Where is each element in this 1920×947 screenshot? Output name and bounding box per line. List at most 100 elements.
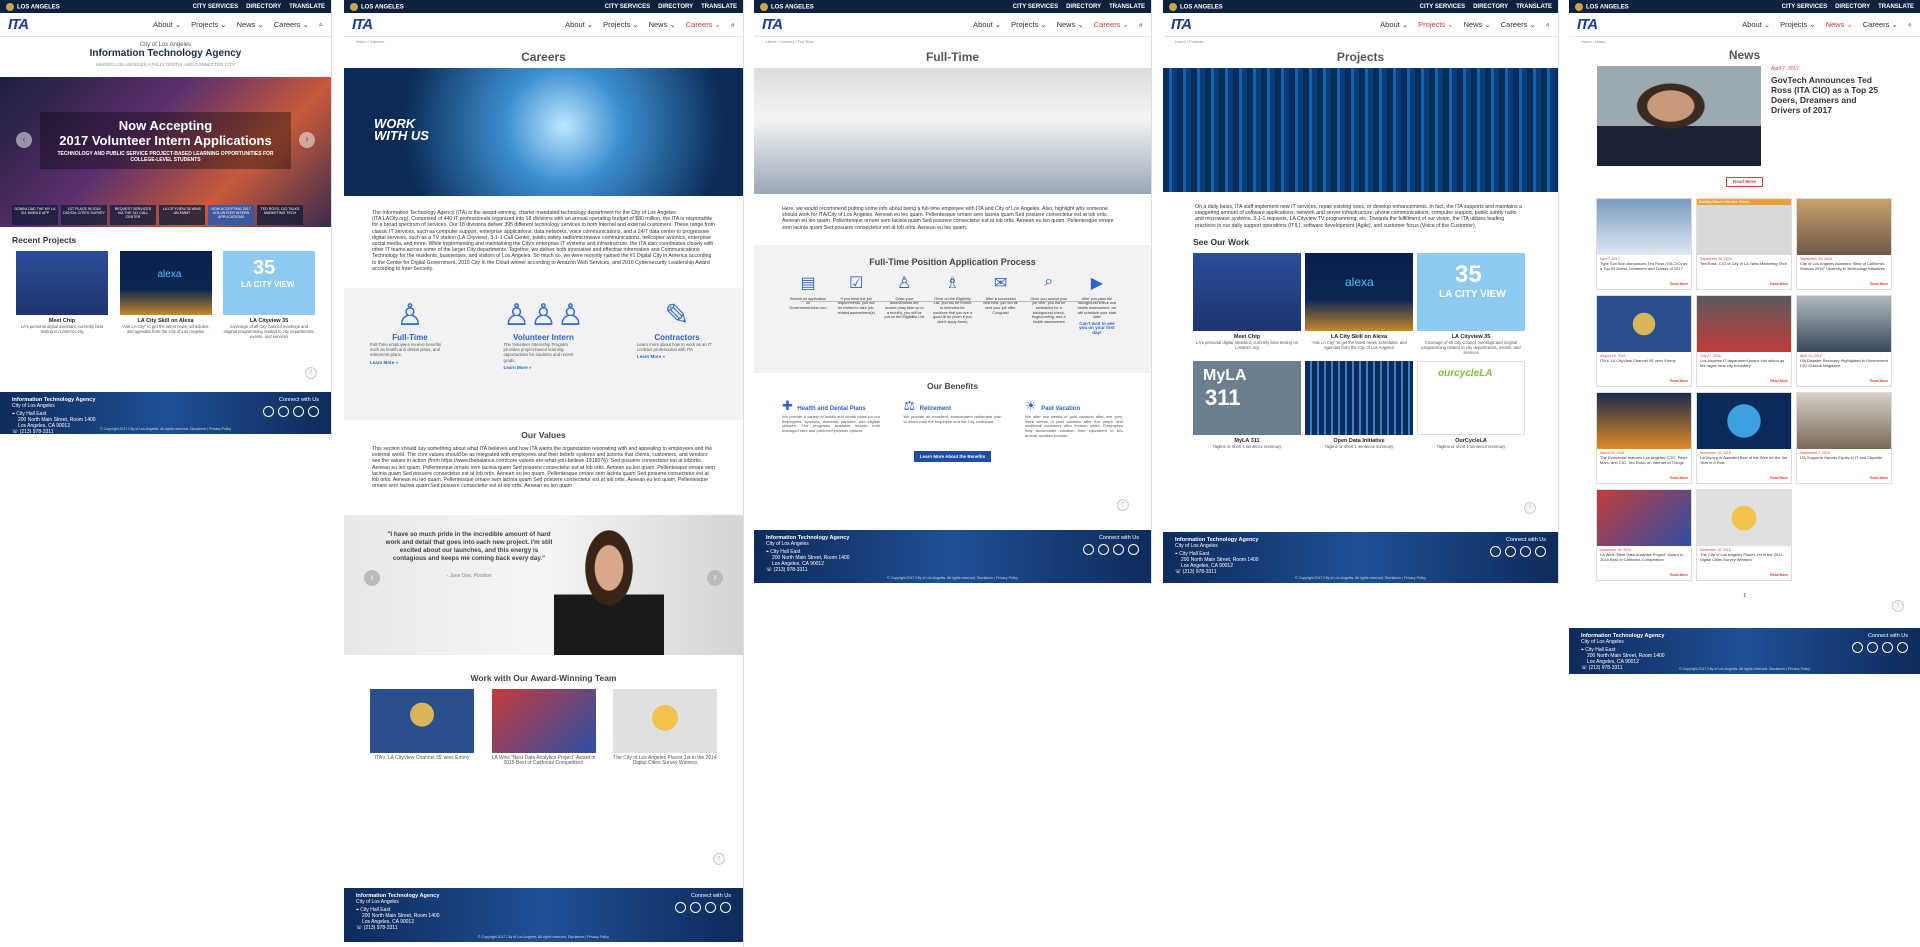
city-services-link[interactable]: CITY SERVICES — [193, 4, 238, 10]
youtube-icon[interactable] — [1535, 546, 1546, 557]
nav-about[interactable]: About ⌄ — [153, 20, 181, 29]
translate-link[interactable]: TRANSLATE — [1109, 4, 1145, 10]
nav-news[interactable]: News ⌄ — [649, 20, 676, 29]
facebook-icon[interactable] — [1852, 642, 1863, 653]
ita-logo[interactable]: ITA — [762, 16, 783, 33]
read-more-link[interactable]: Read More — [1697, 281, 1791, 289]
facebook-icon[interactable] — [1083, 544, 1094, 555]
hero-tab-active[interactable]: NOW ACCEPTING 2017 VOLUNTEER INTERN APPL… — [208, 205, 254, 225]
project-card[interactable]: ourcycleLA OurCycleLA Tagline or short 1 s… — [1417, 360, 1525, 449]
read-more-link[interactable]: Read More — [1797, 378, 1891, 386]
nav-careers[interactable]: Careers ⌄ — [274, 20, 309, 29]
twitter-icon[interactable] — [705, 902, 716, 913]
nav-about[interactable]: About ⌄ — [1380, 20, 1408, 29]
nav-projects[interactable]: Projects ⌄ — [1011, 20, 1046, 29]
news-card[interactable]: November 19, 2015 LaCity.org is Awarded B… — [1696, 392, 1792, 484]
read-more-button[interactable]: Read More — [1725, 176, 1763, 187]
back-to-top-icon[interactable]: ↑ — [1892, 600, 1904, 612]
translate-link[interactable]: TRANSLATE — [701, 4, 737, 10]
project-card[interactable]: alexa LA City Skill on Alexa "Ask LA City"… — [1305, 252, 1413, 355]
directory-link[interactable]: DIRECTORY — [1835, 4, 1870, 10]
breadcrumb[interactable]: Home / News — [1569, 37, 1920, 46]
youtube-icon[interactable] — [1128, 544, 1139, 555]
instagram-icon[interactable] — [1505, 546, 1516, 557]
award-card[interactable]: The City of Los Angeles Places 1st in th… — [613, 689, 717, 766]
nav-careers[interactable]: Careers ⌄ — [1094, 20, 1129, 29]
hero-tab[interactable]: REQUEST SERVICES VIA THE 311 CALL CENTER — [110, 205, 156, 225]
news-card[interactable]: August 26, 2016 ITA's 'LA CityView Channe… — [1596, 295, 1692, 387]
news-card[interactable]: September 26, 2016 City of Los Angeles Aw… — [1796, 198, 1892, 290]
city-services-link[interactable]: CITY SERVICES — [1420, 4, 1465, 10]
back-to-top-icon[interactable]: ↑ — [1524, 502, 1536, 514]
twitter-icon[interactable] — [293, 406, 304, 417]
city-services-link[interactable]: CITY SERVICES — [605, 4, 650, 10]
benefits-button[interactable]: Learn More About the Benefits — [913, 450, 992, 462]
project-card[interactable]: Meet Chip LA's personal digital assistant… — [16, 251, 108, 339]
featured-news[interactable]: April 7, 2017 GovTech Announces Ted Ross… — [1569, 66, 1920, 166]
facebook-icon[interactable] — [1490, 546, 1501, 557]
ita-logo[interactable]: ITA — [8, 16, 29, 33]
instagram-icon[interactable] — [690, 902, 701, 913]
breadcrumb[interactable]: Home / Projects — [1163, 37, 1558, 46]
directory-link[interactable]: DIRECTORY — [1473, 4, 1508, 10]
search-icon[interactable]: ⌕ — [1546, 20, 1550, 30]
carousel-next-icon[interactable]: › — [299, 132, 315, 148]
ita-logo[interactable]: ITA — [1577, 16, 1598, 33]
award-card[interactable]: LA Wins "Best Data Analytics Project" Aw… — [491, 689, 596, 766]
hero-tab[interactable]: LA CITYVIEW 35 WINS AN EMMY — [159, 205, 205, 225]
nav-news[interactable]: News ⌄ — [237, 20, 264, 29]
nav-projects[interactable]: Projects ⌄ — [603, 20, 638, 29]
pagination[interactable]: 1 — [1569, 593, 1920, 599]
read-more-link[interactable]: Read More — [1797, 475, 1891, 483]
nav-projects[interactable]: Projects ⌄ — [1780, 20, 1815, 29]
directory-link[interactable]: DIRECTORY — [658, 4, 693, 10]
breadcrumb[interactable]: Home / Careers / Full Time — [754, 37, 1151, 46]
read-more-link[interactable]: Read More — [1797, 281, 1891, 289]
news-card[interactable]: April 14, 2016 ITA Disaster Recovery High… — [1796, 295, 1892, 387]
directory-link[interactable]: DIRECTORY — [246, 4, 281, 10]
twitter-icon[interactable] — [1520, 546, 1531, 557]
back-to-top-icon[interactable]: ↑ — [713, 853, 725, 865]
facebook-icon[interactable] — [263, 406, 274, 417]
read-more-link[interactable]: Read More — [1597, 475, 1691, 483]
search-icon[interactable]: ⌕ — [1908, 20, 1912, 30]
home-hero-carousel[interactable]: Now Accepting 2017 Volunteer Intern Appl… — [0, 77, 331, 227]
twitter-icon[interactable] — [1882, 642, 1893, 653]
project-card[interactable]: Open Data Initiative Tagline or short 1 s… — [1305, 360, 1413, 449]
nav-careers[interactable]: Careers ⌄ — [686, 20, 721, 29]
facebook-icon[interactable] — [675, 902, 686, 913]
hero-tab[interactable]: 1ST PLACE IN 2016 DIGITAL CITIES SURVEY — [61, 205, 107, 225]
fulltime-card[interactable]: ♙ Full-Time Full-Time employees receive be… — [350, 298, 470, 372]
contractors-card[interactable]: ✎ Contractors Learn more about how to work… — [617, 298, 737, 372]
nav-about[interactable]: About ⌄ — [973, 20, 1001, 29]
search-icon[interactable]: ⌕ — [319, 20, 323, 30]
news-card[interactable]: Building Bitcoin Interview Series Septemb… — [1696, 198, 1792, 290]
hero-tab[interactable]: TED ROSS, CIO TALKS MARKETING TECH — [257, 205, 303, 225]
news-card[interactable]: November 10, 2015 The City of Los Angeles… — [1696, 489, 1792, 581]
carousel-prev-icon[interactable]: ‹ — [16, 132, 32, 148]
nav-news[interactable]: News ⌄ — [1826, 20, 1853, 29]
read-more-link[interactable]: Read More — [1697, 475, 1791, 483]
read-more-link[interactable]: Read More — [1697, 378, 1791, 386]
news-card[interactable]: November 10, 2015 LA Wins "Best Data Anal… — [1596, 489, 1692, 581]
learn-more-link[interactable]: Learn More » — [484, 363, 604, 372]
nav-news[interactable]: News ⌄ — [1057, 20, 1084, 29]
news-card[interactable]: July 27, 2016 Los Angeles IT department j… — [1696, 295, 1792, 387]
nav-news[interactable]: News ⌄ — [1464, 20, 1491, 29]
project-card[interactable]: MyLA 311 MyLA 311 Tagline or short 1 senten… — [1193, 360, 1301, 449]
twitter-icon[interactable] — [1113, 544, 1124, 555]
testimonial-prev-icon[interactable]: ‹ — [364, 570, 380, 587]
youtube-icon[interactable] — [1897, 642, 1908, 653]
testimonial-carousel[interactable]: "I have so much pride in the incredible … — [344, 515, 743, 656]
read-more-link[interactable]: Read More — [1597, 572, 1691, 580]
learn-more-link[interactable]: Learn More » — [350, 358, 470, 367]
search-icon[interactable]: ⌕ — [1139, 20, 1143, 30]
directory-link[interactable]: DIRECTORY — [1066, 4, 1101, 10]
read-more-link[interactable]: Read More — [1597, 378, 1691, 386]
read-more-link[interactable]: Read More — [1597, 281, 1691, 289]
project-card[interactable]: alexa LA City Skill on Alexa "Ask LA City"… — [119, 251, 212, 339]
back-to-top-icon[interactable]: ↑ — [1117, 499, 1129, 511]
youtube-icon[interactable] — [308, 406, 319, 417]
ita-logo[interactable]: ITA — [1171, 16, 1192, 33]
ita-logo[interactable]: ITA — [352, 16, 373, 33]
